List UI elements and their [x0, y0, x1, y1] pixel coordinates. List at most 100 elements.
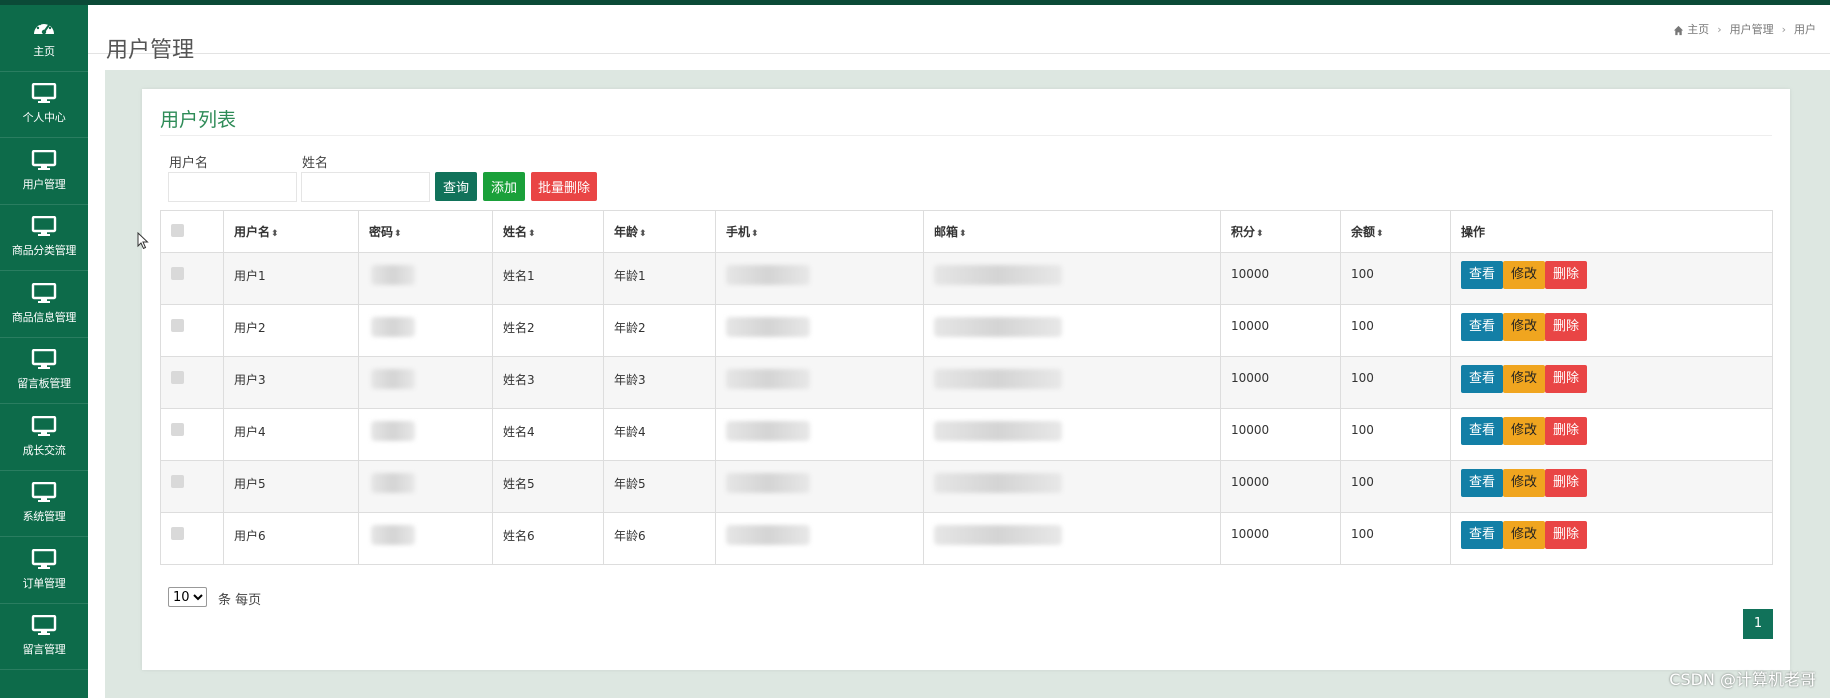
page-size-select[interactable]: 102050: [168, 587, 207, 607]
sidebar-item-message-board[interactable]: 留言板管理: [0, 338, 88, 404]
sidebar-item-label: 商品分类管理: [11, 244, 77, 258]
column-header[interactable]: 手机⬍: [715, 210, 924, 253]
age-cell: 年龄3: [603, 356, 716, 409]
delete-button[interactable]: 删除: [1545, 521, 1588, 549]
actions-cell: 查看 修改 删除: [1450, 304, 1773, 357]
delete-button[interactable]: 删除: [1545, 261, 1588, 289]
view-button[interactable]: 查看: [1461, 313, 1504, 341]
redacted-email: [934, 473, 1062, 493]
monitor-icon: [31, 282, 57, 303]
edit-button[interactable]: 修改: [1503, 469, 1546, 497]
name-cell: 姓名4: [492, 408, 604, 461]
edit-button[interactable]: 修改: [1503, 417, 1546, 445]
breadcrumb-home[interactable]: 主页: [1673, 21, 1709, 37]
password-cell: [358, 356, 493, 409]
username-cell: 用户1: [223, 252, 359, 305]
batch-delete-button[interactable]: 批量删除: [531, 172, 597, 201]
phone-cell: [715, 356, 924, 409]
query-button[interactable]: 查询: [435, 172, 477, 201]
name-filter-label: 姓名: [302, 156, 329, 171]
breadcrumb-user-management[interactable]: 用户管理: [1730, 21, 1774, 37]
sidebar-item-label: 留言板管理: [17, 377, 71, 391]
user-list-card: 用户列表 用户名 姓名 查询 添加 批量删除 用户名⬍ 密码⬍ 姓名⬍ 年龄⬍ …: [142, 89, 1790, 670]
sidebar-item-order-management[interactable]: 订单管理: [0, 537, 88, 604]
redacted-email: [934, 421, 1062, 441]
add-button[interactable]: 添加: [483, 172, 525, 201]
row-select-cell: [160, 252, 224, 305]
row-checkbox[interactable]: [171, 371, 184, 384]
delete-button[interactable]: 删除: [1545, 417, 1588, 445]
row-checkbox[interactable]: [171, 319, 184, 332]
table-header-row: 用户名⬍ 密码⬍ 姓名⬍ 年龄⬍ 手机⬍ 邮箱⬍ 积分⬍ 余额⬍ 操作: [160, 210, 1773, 253]
name-filter-input[interactable]: [301, 172, 430, 202]
view-button[interactable]: 查看: [1461, 261, 1504, 289]
email-cell: [923, 356, 1221, 409]
edit-button[interactable]: 修改: [1503, 261, 1546, 289]
sidebar-item-system-management[interactable]: 系统管理: [0, 471, 88, 537]
monitor-icon: [31, 482, 57, 503]
edit-button[interactable]: 修改: [1503, 313, 1546, 341]
view-button[interactable]: 查看: [1461, 521, 1504, 549]
redacted-phone: [726, 473, 810, 493]
sidebar-item-category-management[interactable]: 商品分类管理: [0, 205, 88, 271]
actions-cell: 查看 修改 删除: [1450, 408, 1773, 461]
column-header[interactable]: 邮箱⬍: [923, 210, 1221, 253]
phone-cell: [715, 408, 924, 461]
phone-cell: [715, 252, 924, 305]
email-cell: [923, 304, 1221, 357]
column-header[interactable]: 姓名⬍: [492, 210, 604, 253]
breadcrumb-separator: ›: [1717, 22, 1722, 36]
row-select-cell: [160, 408, 224, 461]
sort-icon: ⬍: [271, 229, 279, 239]
column-header[interactable]: 余额⬍: [1340, 210, 1451, 253]
sort-icon: ⬍: [751, 229, 759, 239]
redacted-phone: [726, 369, 810, 389]
actions-cell: 查看 修改 删除: [1450, 356, 1773, 409]
row-checkbox[interactable]: [171, 475, 184, 488]
balance-cell: 100: [1340, 408, 1451, 461]
select-all-checkbox[interactable]: [171, 223, 184, 237]
redacted-phone: [726, 317, 810, 337]
sidebar-item-label: 用户管理: [22, 177, 66, 191]
delete-button[interactable]: 删除: [1545, 365, 1588, 393]
edit-button[interactable]: 修改: [1503, 365, 1546, 393]
sidebar-item-personal-center[interactable]: 个人中心: [0, 72, 88, 138]
monitor-icon: [31, 615, 57, 636]
name-cell: 姓名3: [492, 356, 604, 409]
delete-button[interactable]: 删除: [1545, 313, 1588, 341]
sidebar-item-message-management[interactable]: 留言管理: [0, 604, 88, 670]
redacted-password: [371, 369, 415, 389]
redacted-phone: [726, 421, 810, 441]
breadcrumb: 主页 › 用户管理 › 用户: [1673, 21, 1816, 37]
monitor-icon: [31, 149, 57, 170]
username-filter-input[interactable]: [168, 172, 297, 202]
name-cell: 姓名2: [492, 304, 604, 357]
row-checkbox[interactable]: [171, 527, 184, 540]
redacted-password: [371, 421, 415, 441]
sidebar-item-growth-exchange[interactable]: 成长交流: [0, 404, 88, 471]
sidebar-item-product-management[interactable]: 商品信息管理: [0, 271, 88, 338]
column-header[interactable]: 年龄⬍: [603, 210, 716, 253]
balance-cell: 100: [1340, 460, 1451, 513]
row-checkbox[interactable]: [171, 423, 184, 436]
sidebar-item-user-management[interactable]: 用户管理: [0, 138, 88, 205]
view-button[interactable]: 查看: [1461, 469, 1504, 497]
table-row: 用户6 姓名6 年龄6 10000 100 查看 修改 删除: [160, 512, 1773, 565]
view-button[interactable]: 查看: [1461, 365, 1504, 393]
column-header[interactable]: 密码⬍: [358, 210, 493, 253]
password-cell: [358, 252, 493, 305]
row-checkbox[interactable]: [171, 267, 184, 280]
sidebar-item-label: 成长交流: [22, 443, 66, 457]
pagination-page-button[interactable]: 1: [1743, 609, 1773, 639]
sidebar-item-home[interactable]: 主页: [0, 5, 88, 72]
monitor-icon: [31, 548, 57, 569]
column-header[interactable]: 用户名⬍: [223, 210, 359, 253]
edit-button[interactable]: 修改: [1503, 521, 1546, 549]
column-header[interactable]: 积分⬍: [1220, 210, 1341, 253]
monitor-icon: [31, 349, 57, 370]
delete-button[interactable]: 删除: [1545, 469, 1588, 497]
view-button[interactable]: 查看: [1461, 417, 1504, 445]
phone-cell: [715, 304, 924, 357]
redacted-phone: [726, 525, 810, 545]
redacted-password: [371, 265, 415, 285]
